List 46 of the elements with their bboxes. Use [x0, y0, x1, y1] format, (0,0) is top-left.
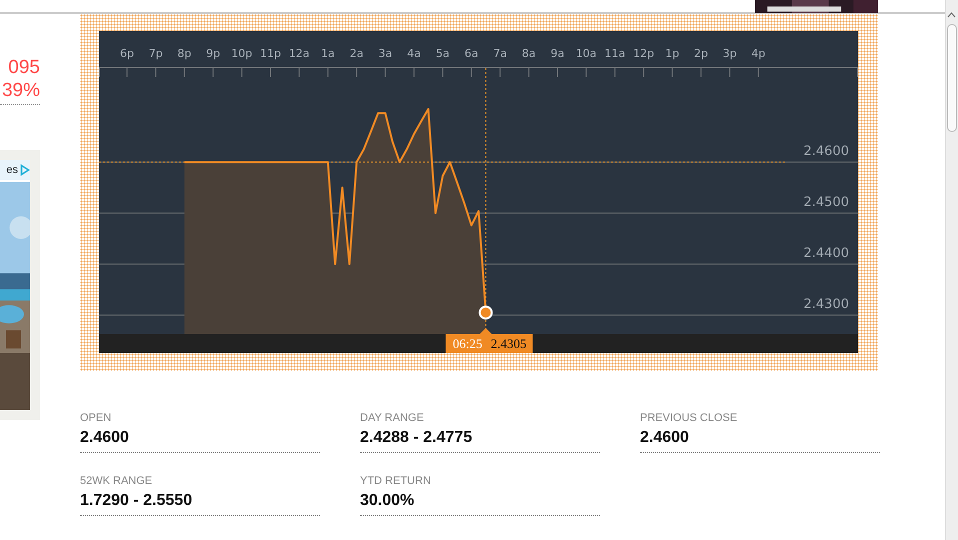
time-label: 7p: [148, 47, 163, 60]
stat-label: YTD RETURN: [360, 474, 432, 488]
percent-change: 39%: [0, 79, 40, 102]
time-label: 11p: [260, 47, 281, 60]
time-label: 6p: [120, 47, 134, 60]
stat-value: 30.00%: [360, 491, 416, 511]
stat-value: 2.4600: [640, 428, 690, 448]
stat-label: PREVIOUS CLOSE: [640, 411, 738, 425]
tooltip-value: 2.4305: [490, 336, 526, 351]
y-axis-label: 2.4500: [804, 195, 849, 210]
stat-label: DAY RANGE: [360, 411, 425, 425]
time-label: 4a: [407, 47, 421, 60]
stat-value: 1.7290 - 2.5550: [80, 491, 194, 511]
time-label: 4p: [751, 47, 766, 60]
time-label: 2a: [350, 47, 364, 60]
time-label: 11a: [604, 47, 626, 60]
time-label: 3p: [722, 47, 737, 60]
time-label: 1p: [665, 47, 680, 60]
price-change: 095: [7, 56, 40, 79]
stat-label: OPEN: [80, 411, 112, 425]
time-label: 12p: [633, 47, 654, 60]
time-label: 8a: [522, 47, 536, 60]
tooltip-time: 06:25: [452, 336, 482, 351]
y-axis-label: 2.4300: [804, 297, 849, 312]
time-label: 6a: [464, 47, 478, 60]
ad-choices-icon[interactable]: [20, 164, 30, 176]
y-axis-label: 2.4600: [804, 144, 849, 160]
time-label: 2p: [694, 47, 708, 60]
stat-label: 52WK RANGE: [80, 474, 154, 488]
time-label: 10p: [231, 47, 252, 60]
time-label: 1a: [321, 47, 335, 60]
time-label: 9p: [206, 47, 220, 60]
time-label: 12a: [288, 47, 310, 60]
time-label: 8p: [177, 47, 192, 60]
stat-value: 2.4288 - 2.4775: [360, 428, 474, 448]
time-label: 10a: [576, 47, 597, 60]
time-label: 7a: [493, 47, 507, 60]
scroll-up-icon[interactable]: [946, 10, 957, 20]
y-axis-label: 2.4400: [804, 246, 849, 262]
stat-value: 2.4600: [80, 428, 130, 448]
time-label: 3a: [378, 47, 392, 60]
time-label: 9a: [550, 47, 564, 60]
cursor-dot: [478, 306, 493, 320]
time-label: 5a: [436, 47, 450, 60]
scrollbar-thumb[interactable]: [947, 24, 957, 132]
ad-label: es: [6, 162, 18, 178]
